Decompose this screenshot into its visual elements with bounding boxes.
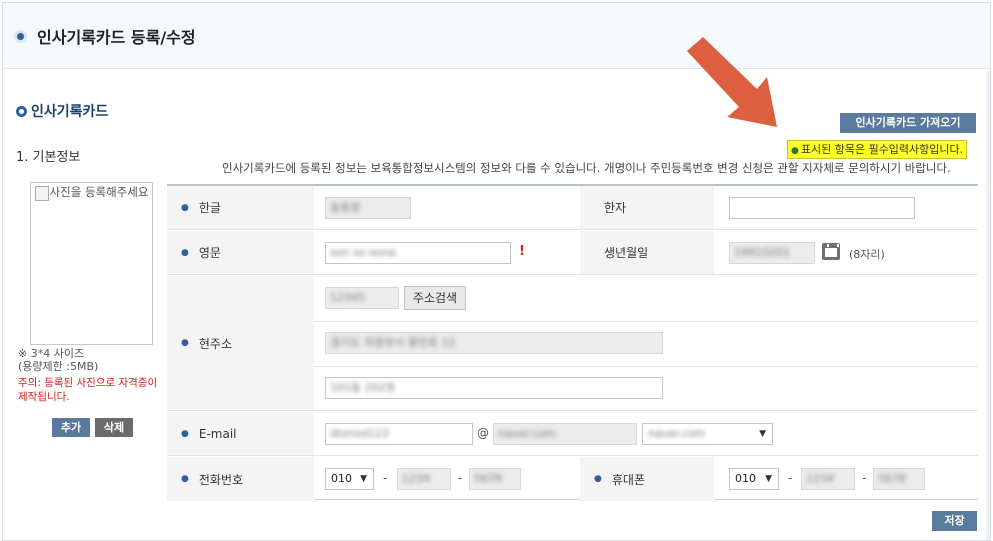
chevron-down-icon: ▼ <box>759 429 766 439</box>
info-text: 인사기록카드에 등록된 정보는 보육통합정보시스템의 정보와 다를 수 있습니다… <box>222 161 951 175</box>
address-divider-2 <box>314 366 978 367</box>
label-birth: 생년월일 <box>580 231 714 274</box>
photo-warning: 주의: 등록된 사진으로 자격증이 제작됩니다. <box>18 377 158 403</box>
phone-mid-input[interactable]: 1234 <box>397 468 451 490</box>
save-button[interactable]: 저장 <box>932 511 977 531</box>
email-local-input[interactable]: dtsnod123 <box>325 423 473 445</box>
page-title: 인사기록카드 등록/수정 <box>37 28 196 47</box>
photo-placeholder[interactable]: 사진을 등록해주세요 <box>30 182 153 345</box>
birth-input[interactable]: 19910201 <box>729 242 815 264</box>
row-name: ● 한글 송효정 한자 <box>167 186 978 230</box>
row-email: ● E-mail dtsnod123 @ naver.com naver.com ▼ <box>167 412 978 456</box>
phone-area-select[interactable]: 010 ▼ <box>325 468 374 490</box>
required-mark-icon: ! <box>519 244 525 259</box>
calendar-icon[interactable] <box>822 243 840 260</box>
label-email: ● E-mail <box>167 412 314 455</box>
phone-last-input[interactable]: 5678 <box>469 468 521 490</box>
label-hanja: 한자 <box>580 186 714 229</box>
page-frame: 인사기록카드 등록/수정 인사기록카드 1. 기본정보 인사기록카드 가져오기 … <box>2 2 991 541</box>
row-address: ● 현주소 12345 주소검색 경기도 의정부시 용민로 12 101동 202… <box>167 276 978 411</box>
mobile-dash-2: - <box>862 471 867 485</box>
label-phone: ● 전화번호 <box>167 457 314 501</box>
row-phone: ● 전화번호 010 ▼ - 1234 - 5678 ● 휴대폰 010 ▼ - 123… <box>167 457 978 501</box>
hanja-input[interactable] <box>729 197 915 219</box>
address-line2-input[interactable]: 101동 202호 <box>325 377 663 399</box>
phone-dash-1: - <box>383 471 388 485</box>
add-photo-button[interactable]: 추가 <box>52 418 90 437</box>
row-english: ● 영문 son so eona ! 생년월일 19910201 (8자리) <box>167 231 978 275</box>
fetch-record-card-button[interactable]: 인사기록카드 가져오기 <box>840 113 976 133</box>
photo-alt-text: 사진을 등록해주세요 <box>49 185 149 199</box>
birth-hint: (8자리) <box>849 248 885 261</box>
email-at-sign: @ <box>477 426 489 440</box>
scrollbar[interactable] <box>986 71 990 540</box>
mobile-area-select[interactable]: 010 ▼ <box>729 468 779 490</box>
english-name-input[interactable]: son so eona <box>325 242 511 264</box>
photo-size-note: ※ 3*4 사이즈 (용량제한 :5MB) <box>18 347 168 373</box>
label-address: ● 현주소 <box>167 276 314 410</box>
label-mobile: ● 휴대폰 <box>580 457 714 501</box>
section-title-text: 인사기록카드 <box>31 104 109 120</box>
required-note-text: 표시된 항목은 필수입력사항입니다. <box>800 143 964 156</box>
mobile-mid-input[interactable]: 1234 <box>801 468 855 490</box>
address-line1-input[interactable]: 경기도 의정부시 용민로 12 <box>325 332 663 354</box>
basic-info-form: ● 한글 송효정 한자 ● 영문 son so eona ! 생년월일 199102… <box>167 184 978 501</box>
required-dot-icon: ● <box>791 146 799 156</box>
label-english-name: ● 영문 <box>167 231 314 274</box>
label-korean-name: ● 한글 <box>167 186 314 229</box>
zipcode-input[interactable]: 12345 <box>325 287 399 309</box>
address-divider <box>314 321 978 322</box>
photo-size-text: ※ 3*4 사이즈 <box>18 347 85 360</box>
email-domain-select[interactable]: naver.com ▼ <box>642 423 773 445</box>
section-title: 인사기록카드 <box>16 101 108 121</box>
subsection-title: 1. 기본정보 <box>16 150 81 165</box>
photo-limit-text: (용량제한 :5MB) <box>18 360 99 373</box>
delete-photo-button[interactable]: 삭제 <box>95 418 133 437</box>
phone-dash-2: - <box>458 471 463 485</box>
address-search-button[interactable]: 주소검색 <box>404 286 466 310</box>
chevron-down-icon: ▼ <box>765 474 772 484</box>
mobile-last-input[interactable]: 5678 <box>873 468 925 490</box>
page-header: 인사기록카드 등록/수정 <box>3 3 990 69</box>
broken-image-icon <box>35 186 49 201</box>
section-bullet-icon <box>16 106 27 117</box>
required-fields-note: ● 표시된 항목은 필수입력사항입니다. <box>787 140 968 159</box>
arrow-down-right-icon <box>687 37 777 127</box>
header-bullet-icon <box>14 30 27 43</box>
korean-name-input[interactable]: 송효정 <box>325 197 411 219</box>
mobile-dash-1: - <box>788 471 793 485</box>
chevron-down-icon: ▼ <box>360 474 367 484</box>
email-domain-input[interactable]: naver.com <box>493 423 637 445</box>
